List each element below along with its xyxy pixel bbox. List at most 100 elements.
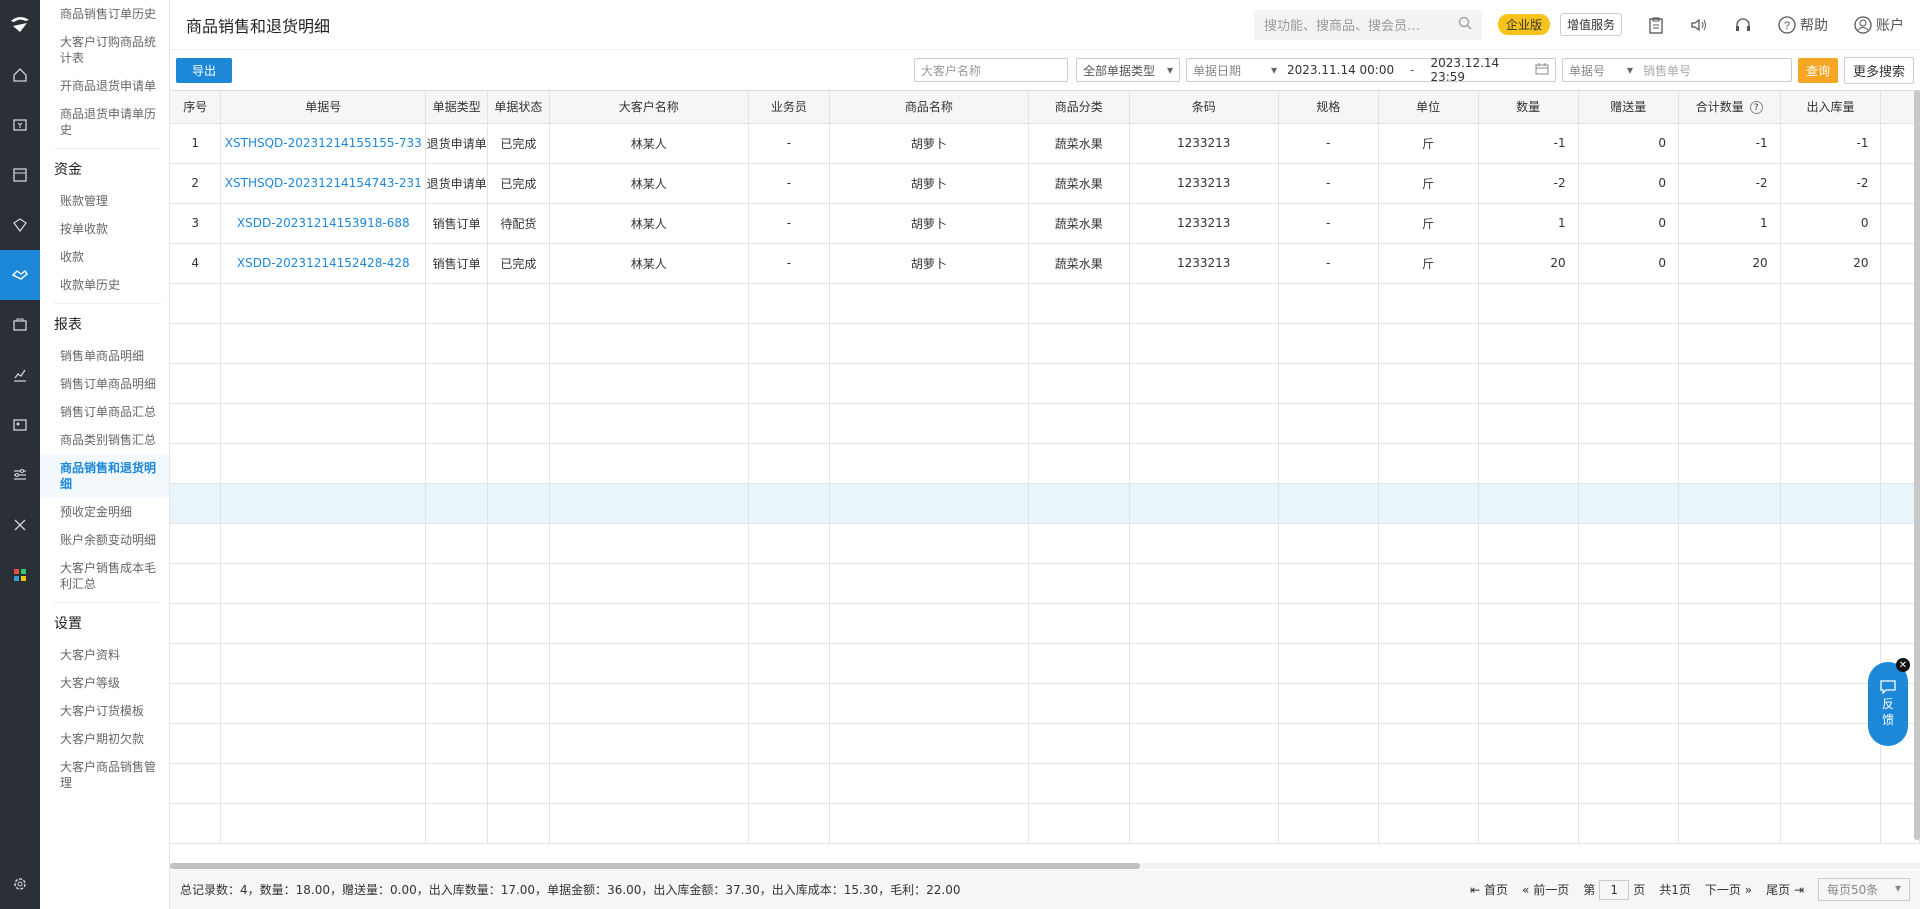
menu-item[interactable]: 开商品退货申请单 (40, 72, 169, 100)
menu-item[interactable]: 账户余额变动明细 (40, 526, 169, 554)
menu-item[interactable]: 销售单商品明细 (40, 342, 169, 370)
tools-icon[interactable] (0, 500, 40, 550)
question-icon[interactable]: ? (1749, 101, 1763, 115)
table-row[interactable]: 2 XSTHSQD-20231214154743-231 退货申请单 已完成 林某人 - 胡… (170, 163, 1920, 204)
menu-item[interactable]: 销售订单商品汇总 (40, 398, 169, 426)
column-header[interactable]: 业务员 (748, 91, 831, 124)
prev-page-button[interactable]: « 前一页 (1522, 881, 1569, 898)
clipboard-icon[interactable] (1648, 16, 1664, 34)
menu-item[interactable]: 账款管理 (40, 187, 169, 215)
field-select[interactable]: 单据号 (1569, 62, 1627, 79)
page-number-input[interactable]: 1 (1599, 879, 1630, 900)
search-icon[interactable] (1458, 16, 1472, 34)
menu-item[interactable]: 大客户等级 (40, 669, 169, 697)
speaker-icon[interactable] (1690, 17, 1708, 33)
date-range[interactable]: 单据日期 ▾ 2023.11.14 00:00 - 2023.12.14 23:… (1185, 56, 1556, 84)
employee-icon[interactable] (0, 400, 40, 450)
vertical-scrollbar[interactable] (1914, 90, 1920, 840)
table-row[interactable] (170, 563, 1920, 604)
menu-item[interactable]: 商品销售订单历史 (40, 0, 169, 28)
app-logo-icon[interactable] (0, 0, 40, 50)
table-row[interactable] (170, 763, 1920, 804)
column-header[interactable]: 单据状态 (487, 91, 550, 124)
table-row[interactable] (170, 363, 1920, 404)
table-row[interactable] (170, 643, 1920, 684)
table-cell[interactable]: XSTHSQD-20231214155155-733 (220, 123, 427, 164)
doc-number-search[interactable]: 单据号 ▾ 销售单号 (1561, 58, 1792, 82)
value-added-button[interactable]: 增值服务 (1559, 13, 1622, 36)
table-row[interactable] (170, 723, 1920, 764)
column-header[interactable]: 合计数量? (1678, 91, 1781, 124)
horizontal-scrollbar[interactable] (170, 863, 1920, 869)
table-row[interactable] (170, 403, 1920, 444)
apps-grid-icon[interactable] (0, 550, 40, 600)
search-input[interactable]: 搜功能、搜商品、搜会员… (1264, 15, 1458, 34)
global-search[interactable]: 搜功能、搜商品、搜会员… (1253, 9, 1482, 40)
menu-item[interactable]: 商品退货申请单历史 (40, 100, 169, 144)
date-to[interactable]: 2023.12.14 23:59 (1430, 56, 1535, 84)
column-header[interactable]: 出入库量 (1780, 91, 1882, 124)
help-link[interactable]: ? 帮助 (1778, 15, 1828, 35)
column-header[interactable]: 规格 (1278, 91, 1379, 124)
column-header[interactable]: 商品分类 (1028, 91, 1130, 124)
member-icon[interactable] (0, 200, 40, 250)
customer-name-input[interactable]: 大客户名称 (913, 58, 1068, 82)
table-row[interactable]: 3 XSDD-20231214153918-688 销售订单 待配货 林某人 - 胡萝卜 蔬菜… (170, 203, 1920, 244)
feedback-button[interactable]: ✕ 反馈 (1868, 658, 1910, 746)
column-header[interactable]: 单据类型 (425, 91, 489, 124)
purchase-icon[interactable] (0, 300, 40, 350)
more-search-button[interactable]: 更多搜索 (1843, 56, 1914, 84)
column-header[interactable]: 数量 (1478, 91, 1579, 124)
menu-item[interactable]: 商品销售和退货明细 (40, 454, 169, 498)
menu-item[interactable]: 大客户资料 (40, 641, 169, 669)
table-row[interactable] (170, 323, 1920, 364)
menu-item[interactable]: 商品类别销售汇总 (40, 426, 169, 454)
first-page-button[interactable]: ⇤ 首页 (1470, 881, 1508, 898)
next-page-button[interactable]: 下一页 » (1705, 881, 1752, 898)
menu-item[interactable]: 大客户商品销售管理 (40, 753, 169, 797)
gear-icon[interactable] (0, 869, 40, 899)
home-icon[interactable] (0, 50, 40, 100)
table-row[interactable] (170, 283, 1920, 324)
menu-item[interactable]: 大客户销售成本毛利汇总 (40, 554, 169, 598)
report-chart-icon[interactable] (0, 350, 40, 400)
table-row[interactable] (170, 443, 1920, 484)
doc-number-input[interactable]: 销售单号 (1643, 62, 1691, 79)
menu-item[interactable]: 收款 (40, 243, 169, 271)
table-row[interactable] (170, 683, 1920, 724)
column-header[interactable]: 商品名称 (829, 91, 1029, 124)
menu-item[interactable]: 按单收款 (40, 215, 169, 243)
settings-sliders-icon[interactable] (0, 450, 40, 500)
table-row[interactable] (170, 523, 1920, 564)
menu-item[interactable]: 大客户订货模板 (40, 697, 169, 725)
table-row[interactable] (170, 483, 1920, 524)
wholesale-icon[interactable] (0, 250, 40, 300)
table-row[interactable] (170, 803, 1920, 844)
menu-item[interactable]: 大客户订购商品统计表 (40, 28, 169, 72)
date-type-select[interactable]: 单据日期 (1193, 62, 1271, 79)
column-header[interactable]: 赠送量 (1578, 91, 1680, 124)
headset-icon[interactable] (1734, 17, 1752, 33)
menu-item[interactable]: 收款单历史 (40, 271, 169, 299)
cashier-icon[interactable] (0, 100, 40, 150)
date-from[interactable]: 2023.11.14 00:00 (1287, 63, 1394, 77)
export-button[interactable]: 导出 (176, 57, 233, 83)
column-header[interactable]: 单位 (1378, 91, 1479, 124)
table-row[interactable] (170, 603, 1920, 644)
column-header[interactable]: 大客户名称 (549, 91, 749, 124)
table-row[interactable]: 1 XSTHSQD-20231214155155-733 退货申请单 已完成 林某人 - 胡… (170, 123, 1920, 164)
goods-icon[interactable] (0, 150, 40, 200)
table-cell[interactable]: XSDD-20231214153918-688 (220, 203, 427, 244)
column-header[interactable]: 单据号 (220, 91, 427, 124)
query-button[interactable]: 查询 (1797, 57, 1838, 83)
table-cell[interactable]: XSDD-20231214152428-428 (220, 243, 427, 284)
doc-type-select[interactable]: 全部单据类型 (1075, 58, 1180, 82)
menu-item[interactable]: 销售订单商品明细 (40, 370, 169, 398)
column-header[interactable]: 条码 (1129, 91, 1279, 124)
menu-item[interactable]: 大客户期初欠款 (40, 725, 169, 753)
table-cell[interactable]: XSTHSQD-20231214154743-231 (220, 163, 427, 204)
page-size-select[interactable]: 每页50条 ▾ (1818, 878, 1910, 901)
table-row[interactable]: 4 XSDD-20231214152428-428 销售订单 已完成 林某人 - 胡萝卜 蔬菜… (170, 243, 1920, 284)
close-icon[interactable]: ✕ (1896, 658, 1910, 672)
account-link[interactable]: 账户 (1854, 15, 1904, 35)
